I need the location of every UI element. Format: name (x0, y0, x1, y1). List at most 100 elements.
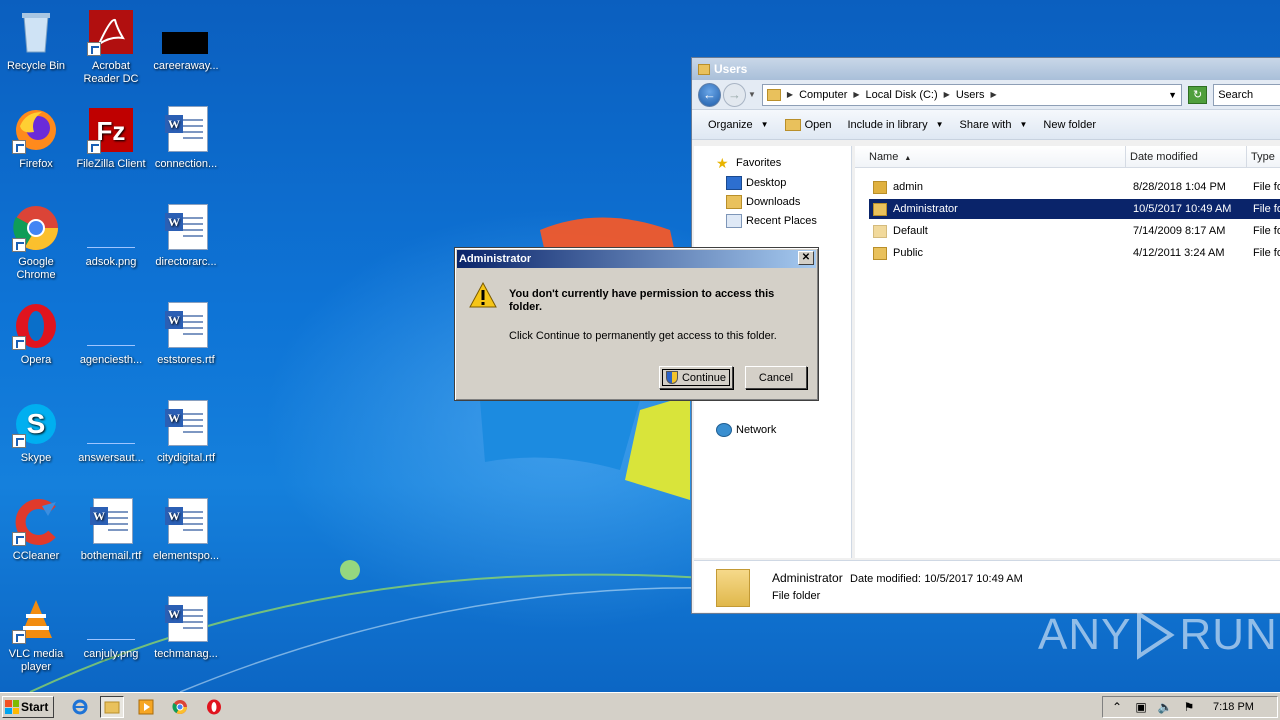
media-player-quicklaunch[interactable] (134, 696, 158, 718)
icon-label: bothemail.rtf (80, 550, 142, 562)
opera-quicklaunch[interactable] (202, 696, 226, 718)
column-date-modified[interactable]: Date modified (1126, 146, 1247, 168)
nav-network[interactable]: Network (716, 423, 776, 437)
nav-recent-places[interactable]: Recent Places (726, 214, 817, 228)
desktop-icon-opera[interactable]: Opera (0, 298, 72, 390)
word-doc-icon: W (162, 302, 210, 350)
warning-icon (469, 282, 497, 308)
desktop-icon-directorarc[interactable]: W directorarc... (150, 200, 222, 292)
network-icon (716, 423, 732, 437)
word-doc-icon: W (162, 400, 210, 448)
icon-label: Firefox (19, 158, 53, 170)
search-input[interactable]: Search (1213, 83, 1280, 106)
clock[interactable]: 7:18 PM (1213, 701, 1254, 713)
volume-icon[interactable]: 🔈 (1157, 699, 1173, 715)
icon-label: techmanag... (154, 648, 218, 660)
desktop-icon-vlc[interactable]: VLC media player (0, 592, 72, 684)
file-row-administrator[interactable]: Administrator 10/5/2017 10:49 AM File fo (869, 199, 1280, 219)
details-type: File folder (772, 590, 821, 602)
folder-icon (698, 63, 710, 75)
icon-label: Google Chrome (16, 256, 56, 281)
icon-label: eststores.rtf (157, 354, 215, 366)
refresh-button[interactable]: ↻ (1188, 85, 1208, 104)
chrome-icon (12, 204, 60, 252)
desktop-icon-canjuly[interactable]: canjuly.png (75, 592, 147, 684)
address-dropdown-icon[interactable]: ▼ (1168, 90, 1177, 100)
include-in-library-button[interactable]: Include in library ▼ (847, 119, 943, 131)
nav-desktop[interactable]: Desktop (726, 176, 786, 190)
details-date-label: Date modified: (850, 573, 921, 585)
recent-places-icon (726, 214, 742, 228)
desktop-icon-eststores[interactable]: W eststores.rtf (150, 298, 222, 390)
opera-icon (207, 699, 221, 715)
desktop-icon-ccleaner[interactable]: CCleaner (0, 494, 72, 586)
start-button[interactable]: Start (2, 696, 54, 718)
action-center-flag-icon[interactable]: ⚑ (1181, 699, 1197, 715)
desktop-icon-elementspo[interactable]: W elementspo... (150, 494, 222, 586)
word-doc-icon: W (162, 498, 210, 546)
desktop-icon-answersaut[interactable]: answersaut... (75, 396, 147, 488)
breadcrumb-users[interactable]: Users (956, 89, 985, 101)
chrome-icon (172, 700, 187, 714)
desktop-icon-recycle-bin[interactable]: Recycle Bin (0, 4, 72, 96)
image-file-icon (87, 400, 135, 448)
explorer-taskbar-button[interactable] (100, 696, 124, 718)
desktop-icon-chrome[interactable]: Google Chrome (0, 200, 72, 292)
file-row-admin[interactable]: admin 8/28/2018 1:04 PM File fo (869, 177, 1280, 197)
permission-dialog: Administrator ✕ You don't currently have… (454, 247, 819, 401)
nav-downloads[interactable]: Downloads (726, 195, 800, 209)
organize-button[interactable]: Organize ▼ (708, 119, 769, 131)
word-doc-icon: W (162, 204, 210, 252)
history-dropdown-icon[interactable]: ▼ (748, 90, 756, 99)
image-file-icon (87, 204, 135, 252)
column-type[interactable]: Type (1247, 146, 1280, 168)
new-folder-button[interactable]: New folder (1043, 119, 1096, 131)
desktop-icon-skype[interactable]: S Skype (0, 396, 72, 488)
dialog-titlebar[interactable]: Administrator ✕ (457, 250, 816, 268)
explorer-title: Users (714, 62, 748, 76)
desktop-icon-connection[interactable]: W connection... (150, 102, 222, 194)
share-with-button[interactable]: Share with ▼ (960, 119, 1028, 131)
icon-label: careeraway... (153, 60, 219, 72)
opera-icon (12, 302, 60, 350)
desktop-icon-acrobat[interactable]: Acrobat Reader DC (75, 4, 147, 96)
black-image-icon (162, 8, 210, 56)
desktop-icon-filezilla[interactable]: Fz FileZilla Client (75, 102, 147, 194)
desktop-icon-adsok[interactable]: adsok.png (75, 200, 147, 292)
dialog-title: Administrator (459, 253, 532, 265)
address-box[interactable]: ▶ Computer ▶ Local Disk (C:) ▶ Users ▶ ▼ (761, 83, 1183, 106)
breadcrumb-local-disk[interactable]: Local Disk (C:) (866, 89, 938, 101)
folder-icon (873, 246, 887, 260)
details-date-value: 10/5/2017 10:49 AM (924, 573, 1023, 585)
icon-label: directorarc... (155, 256, 217, 268)
continue-button[interactable]: Continue (659, 366, 733, 389)
file-row-public[interactable]: Public 4/12/2011 3:24 AM File fo (869, 243, 1280, 263)
network-status-icon[interactable]: ▣ (1133, 699, 1149, 715)
forward-button[interactable]: → (723, 82, 746, 107)
file-row-default[interactable]: Default 7/14/2009 8:17 AM File fo (869, 221, 1280, 241)
desktop-icon-agenciesth[interactable]: agenciesth... (75, 298, 147, 390)
icon-label: Opera (20, 354, 52, 366)
desktop-icon-careeraway[interactable]: careeraway... (150, 4, 222, 96)
desktop-icon-citydigital[interactable]: W citydigital.rtf (150, 396, 222, 488)
ccleaner-icon (12, 498, 60, 546)
icon-label: answersaut... (78, 452, 144, 464)
column-name[interactable]: Name ▲ (855, 146, 1126, 168)
chrome-quicklaunch[interactable] (168, 696, 192, 718)
explorer-titlebar[interactable]: Users (692, 58, 1280, 80)
icon-label: VLC media player (8, 648, 64, 673)
star-icon: ★ (716, 155, 729, 171)
desktop-icon-techmanag[interactable]: W techmanag... (150, 592, 222, 684)
show-hidden-icons-icon[interactable]: ⌃ (1109, 699, 1125, 715)
nav-favorites[interactable]: ★ Favorites (716, 156, 781, 170)
breadcrumb-computer[interactable]: Computer (799, 89, 847, 101)
desktop-icon-firefox[interactable]: Firefox (0, 102, 72, 194)
close-button[interactable]: ✕ (798, 251, 814, 265)
open-button[interactable]: Open (784, 118, 831, 131)
ie-quicklaunch[interactable] (68, 696, 92, 718)
command-bar: Organize ▼ Open Include in library ▼ Share… (692, 110, 1280, 140)
recycle-bin-icon (12, 8, 60, 56)
cancel-button[interactable]: Cancel (745, 366, 807, 389)
desktop-icon-bothemail[interactable]: W bothemail.rtf (75, 494, 147, 586)
back-button[interactable]: ← (698, 82, 721, 107)
